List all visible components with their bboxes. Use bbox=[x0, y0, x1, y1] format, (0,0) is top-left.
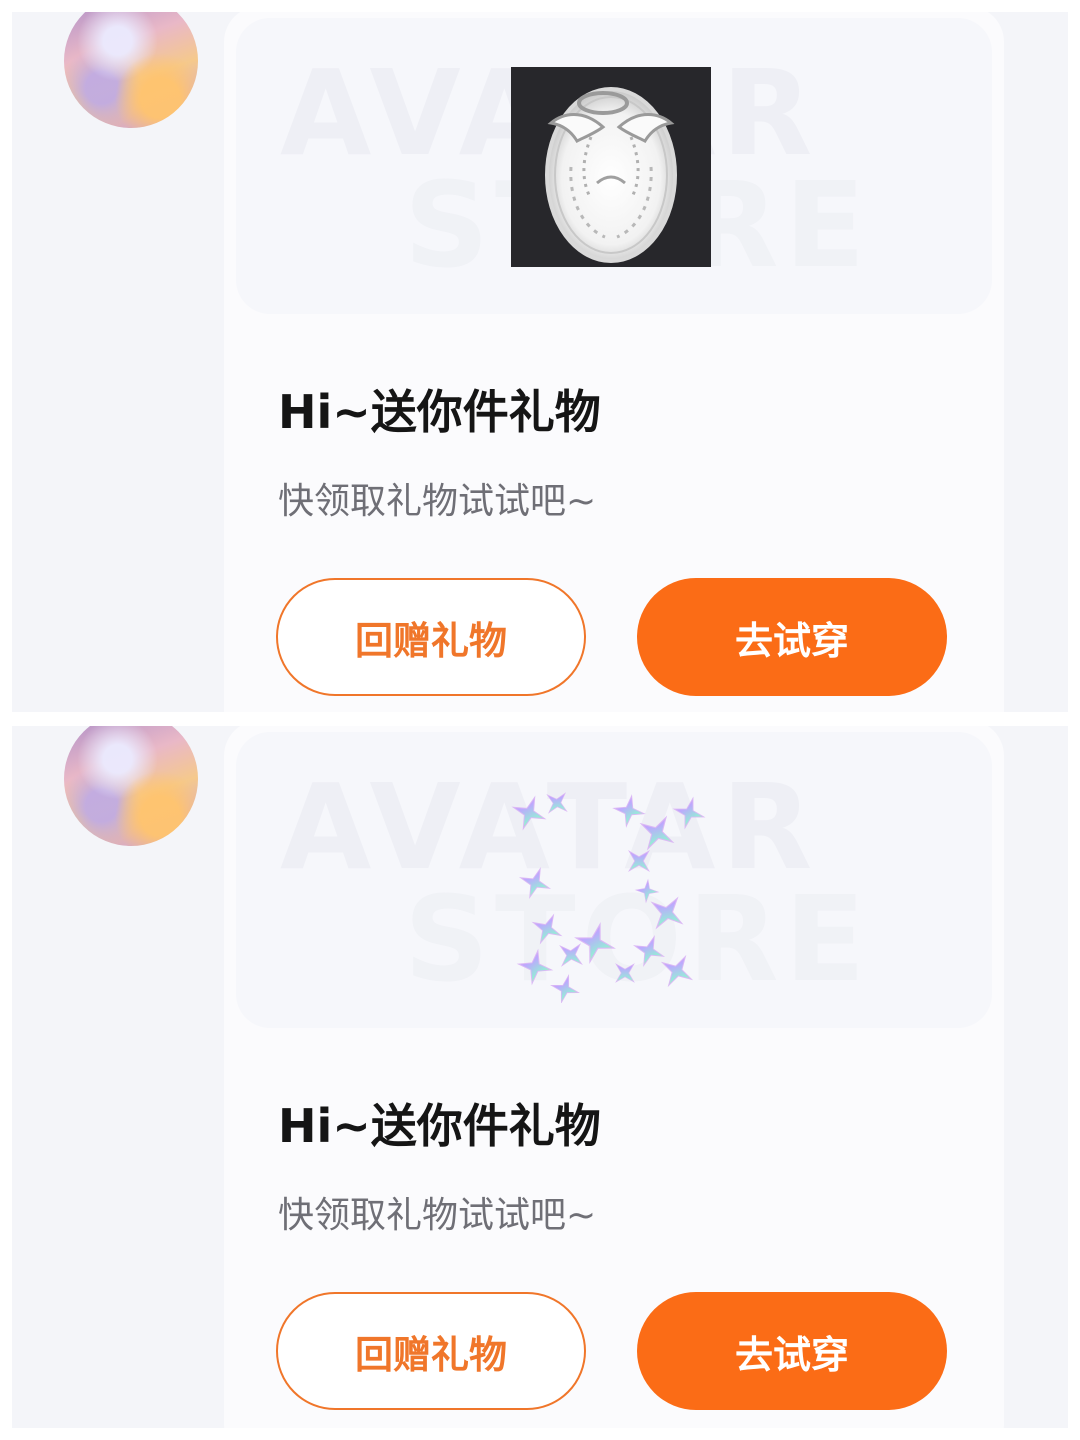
return-gift-button[interactable]: 回赠礼物 bbox=[276, 1292, 586, 1410]
sender-avatar[interactable] bbox=[64, 726, 198, 846]
gift-title: Hi~送你件礼物 bbox=[278, 1099, 601, 1153]
angel-wings-halo-icon bbox=[511, 67, 711, 267]
gift-message-2: AVATAR STORE Hi~送你件礼物 快领取礼物试试吧~ 回赠礼物 去试穿 bbox=[12, 726, 1068, 1428]
gift-banner: AVATAR STORE bbox=[236, 18, 992, 314]
gift-card: AVATAR STORE bbox=[224, 726, 1004, 1428]
gift-banner: AVATAR STORE bbox=[236, 732, 992, 1028]
sender-avatar[interactable] bbox=[64, 12, 198, 128]
gift-message-1: AVATAR STORE bbox=[12, 12, 1068, 712]
try-on-button[interactable]: 去试穿 bbox=[637, 578, 947, 696]
try-on-button[interactable]: 去试穿 bbox=[637, 1292, 947, 1410]
sparkle-stars-icon bbox=[506, 781, 711, 1003]
gift-subtitle: 快领取礼物试试吧~ bbox=[278, 1195, 597, 1236]
gift-subtitle: 快领取礼物试试吧~ bbox=[278, 481, 597, 522]
gift-card: AVATAR STORE bbox=[224, 12, 1004, 712]
gift-title: Hi~送你件礼物 bbox=[278, 385, 601, 439]
return-gift-button[interactable]: 回赠礼物 bbox=[276, 578, 586, 696]
